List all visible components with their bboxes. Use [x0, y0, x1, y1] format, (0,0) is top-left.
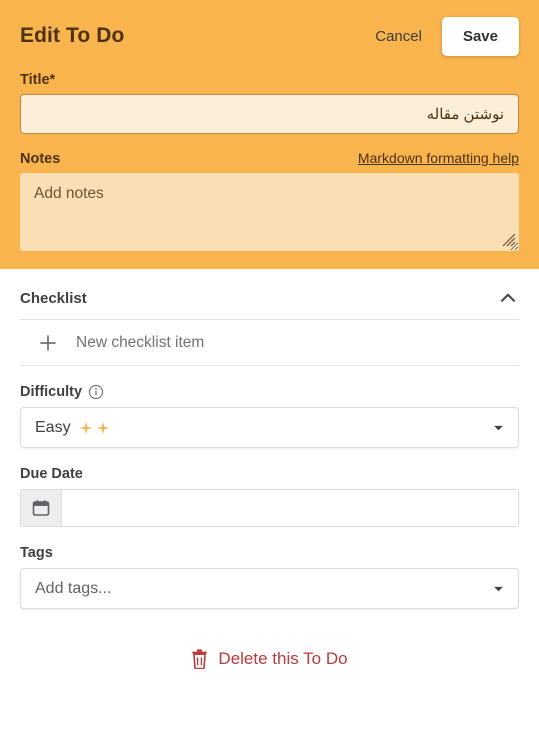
info-icon[interactable]: [88, 384, 104, 400]
chevron-up-icon[interactable]: [497, 287, 519, 309]
markdown-help-link[interactable]: Markdown formatting help: [358, 150, 519, 166]
due-date-input[interactable]: [62, 490, 518, 526]
chevron-down-icon[interactable]: [493, 424, 504, 431]
notes-label-row: Notes Markdown formatting help: [20, 150, 519, 167]
tags-select[interactable]: Add tags...: [20, 568, 519, 609]
header-bar: Edit To Do Cancel Save: [20, 0, 519, 72]
checklist-title: Checklist: [20, 289, 87, 307]
title-label: Title*: [20, 72, 56, 88]
edit-todo-body-section: Checklist New checklist item Difficulty …: [0, 269, 539, 669]
due-date-input-group[interactable]: [20, 489, 519, 527]
title-field-group: Title*: [20, 72, 519, 134]
trash-icon: [192, 649, 208, 669]
notes-wrapper: [20, 173, 519, 251]
edit-todo-header-section: Edit To Do Cancel Save Title* Notes Mark…: [0, 0, 539, 269]
delete-todo-button[interactable]: Delete this To Do: [20, 649, 519, 669]
new-checklist-item-placeholder: New checklist item: [76, 333, 205, 351]
difficulty-selected-value-wrap: Easy: [35, 419, 110, 437]
save-button[interactable]: Save: [441, 16, 519, 56]
calendar-icon: [32, 500, 50, 516]
cancel-button[interactable]: Cancel: [363, 20, 434, 53]
tags-label: Tags: [20, 545, 53, 561]
checklist-header[interactable]: Checklist: [20, 269, 519, 320]
difficulty-stars: [79, 421, 110, 435]
calendar-picker-button[interactable]: [21, 490, 62, 526]
notes-label: Notes: [20, 151, 61, 167]
difficulty-selected-value: Easy: [35, 418, 71, 436]
tags-label-row: Tags: [20, 545, 519, 561]
sparkle-icon: [96, 421, 110, 434]
notes-field-group: Notes Markdown formatting help: [20, 150, 519, 251]
difficulty-field-group: Difficulty Easy: [20, 384, 519, 448]
chevron-down-icon[interactable]: [493, 585, 504, 592]
plus-icon[interactable]: [38, 333, 58, 353]
sparkle-icon: [79, 421, 93, 434]
difficulty-label-row: Difficulty: [20, 384, 519, 400]
difficulty-label: Difficulty: [20, 384, 83, 400]
tags-field-group: Tags Add tags...: [20, 545, 519, 609]
new-checklist-item-row[interactable]: New checklist item: [20, 320, 519, 366]
difficulty-select[interactable]: Easy: [20, 407, 519, 448]
due-date-label-row: Due Date: [20, 466, 519, 482]
due-date-field-group: Due Date: [20, 466, 519, 527]
tags-placeholder: Add tags...: [35, 579, 112, 597]
page-title: Edit To Do: [20, 24, 125, 47]
notes-textarea[interactable]: [20, 173, 519, 251]
delete-todo-label: Delete this To Do: [218, 649, 348, 668]
title-input[interactable]: [20, 94, 519, 134]
due-date-label: Due Date: [20, 466, 83, 482]
